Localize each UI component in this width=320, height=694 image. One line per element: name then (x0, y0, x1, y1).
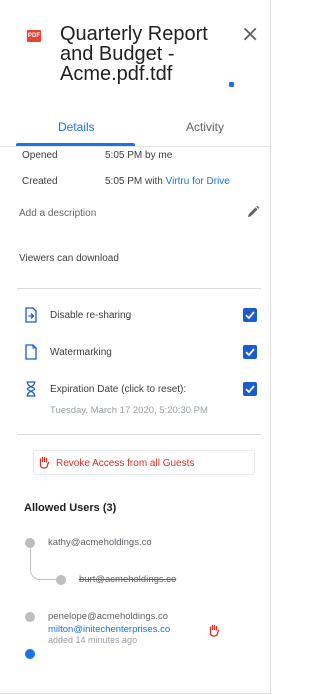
avatar (25, 649, 35, 659)
option-label: Watermarking (50, 347, 112, 358)
pdf-icon-label: PDF (28, 33, 40, 39)
option-expiration-date[interactable]: Expiration Date (click to reset): (24, 381, 264, 399)
watermark-doc-icon (25, 344, 37, 360)
panel-header: PDF Quarterly Report and Budget - Acme.p… (0, 0, 271, 104)
option-watermarking[interactable]: Watermarking (24, 344, 264, 362)
opened-label: Opened (22, 150, 58, 161)
pdf-icon: PDF (27, 30, 41, 42)
description-input[interactable]: Add a description (19, 208, 96, 219)
watermarking-checkbox[interactable] (243, 345, 257, 359)
file-details-panel: PDF Quarterly Report and Budget - Acme.p… (0, 0, 271, 694)
opened-value: 5:05 PM by me (105, 150, 173, 161)
tab-bar: Details Activity (0, 112, 271, 147)
viewers-download-setting[interactable]: Viewers can download (19, 253, 119, 264)
option-label: Disable re-sharing (50, 310, 132, 321)
user-email[interactable]: kathy@acmeholdings.co (48, 537, 152, 548)
pencil-icon[interactable] (246, 205, 260, 219)
hourglass-icon (26, 381, 36, 397)
expiration-checkbox[interactable] (243, 382, 257, 396)
created-value: 5:05 PM with (105, 176, 166, 187)
user-added-time: added 14 minutes ago (48, 635, 138, 645)
check-icon (245, 385, 255, 394)
check-icon (245, 311, 255, 320)
file-title: Quarterly Report and Budget - Acme.pdf.t… (60, 23, 208, 85)
section-divider (17, 288, 261, 289)
hand-icon[interactable] (208, 624, 220, 637)
revoke-all-label: Revoke Access from all Guests (56, 458, 195, 469)
hand-icon (39, 456, 50, 469)
created-label: Created (22, 176, 58, 187)
revoke-all-button[interactable]: Revoke Access from all Guests (33, 450, 255, 475)
option-label: Expiration Date (click to reset): (50, 384, 187, 395)
user-email[interactable]: penelope@acmeholdings.co (48, 611, 168, 622)
created-value-wrap: 5:05 PM with Virtru for Drive (105, 176, 230, 187)
avatar (25, 612, 35, 622)
expiration-date-value[interactable]: Tuesday, March 17 2020, 5:20:30 PM (50, 405, 208, 416)
option-disable-resharing[interactable]: Disable re-sharing (24, 307, 264, 325)
user-email-revoked[interactable]: burt@acmeholdings.co (79, 574, 176, 585)
check-icon (245, 348, 255, 357)
share-tree-connector (30, 547, 60, 580)
protected-badge-icon (229, 82, 234, 87)
close-icon[interactable]: × (241, 24, 259, 46)
resharing-checkbox[interactable] (243, 308, 257, 322)
virtru-link[interactable]: Virtru for Drive (166, 176, 230, 187)
tab-details[interactable]: Details (58, 120, 95, 134)
avatar (25, 538, 35, 548)
section-divider (17, 434, 261, 435)
avatar (56, 575, 66, 585)
allowed-users-heading: Allowed Users (3) (24, 502, 117, 514)
share-arrow-icon (25, 307, 37, 323)
user-email[interactable]: milton@initechenterprises.co (48, 624, 170, 635)
tab-divider (0, 146, 271, 147)
tab-activity[interactable]: Activity (186, 120, 224, 134)
